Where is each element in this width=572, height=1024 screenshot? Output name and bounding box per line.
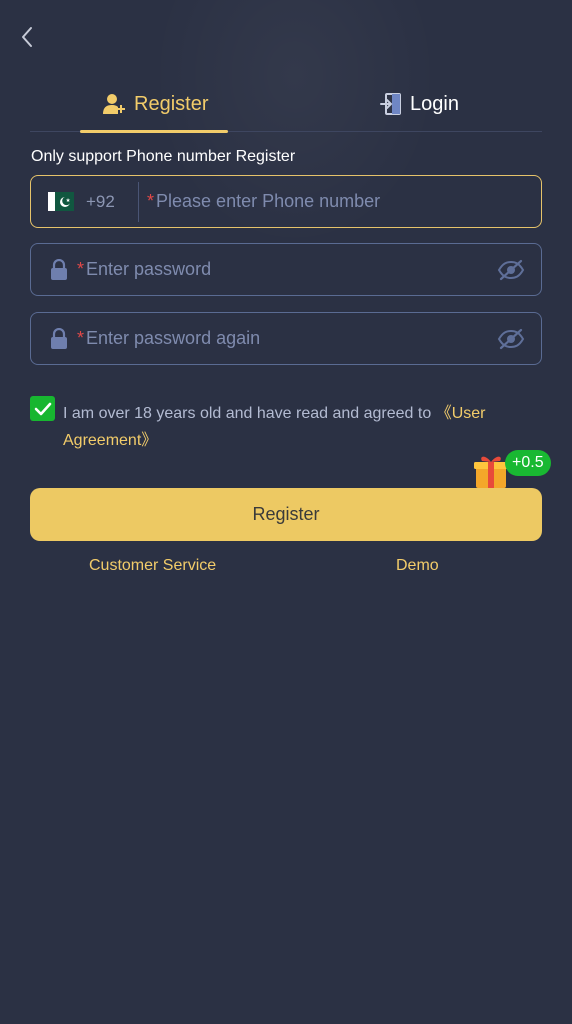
phone-input[interactable]: * Please enter Phone number bbox=[147, 191, 380, 212]
register-hint: Only support Phone number Register bbox=[31, 148, 296, 165]
password-input[interactable]: * Enter password bbox=[77, 259, 211, 280]
check-icon bbox=[34, 402, 51, 415]
country-code[interactable]: +92 bbox=[86, 192, 126, 212]
phone-placeholder: Please enter Phone number bbox=[156, 191, 381, 211]
phone-field[interactable]: +92 * Please enter Phone number bbox=[30, 175, 542, 228]
gift-icon bbox=[474, 456, 508, 488]
lock-icon bbox=[49, 258, 69, 282]
demo-link[interactable]: Demo bbox=[396, 557, 439, 575]
back-button[interactable] bbox=[12, 22, 42, 52]
required-mark: * bbox=[147, 191, 155, 211]
pakistan-flag-icon bbox=[48, 192, 74, 211]
back-chevron-icon bbox=[22, 27, 32, 47]
password-again-field[interactable]: * Enter password again bbox=[30, 312, 542, 365]
tab-register-label: Register bbox=[134, 92, 209, 115]
tab-register[interactable]: Register bbox=[102, 84, 208, 124]
eye-off-icon[interactable] bbox=[497, 256, 525, 284]
login-door-icon bbox=[380, 93, 401, 115]
reward-badge: +0.5 bbox=[505, 450, 551, 476]
tab-login-label: Login bbox=[410, 92, 459, 115]
register-screen: Register Login Only support Phone number… bbox=[0, 0, 572, 1024]
agreement-checkbox[interactable] bbox=[30, 396, 55, 421]
register-button[interactable]: Register bbox=[30, 488, 542, 541]
tab-login[interactable]: Login bbox=[380, 84, 459, 124]
password-again-placeholder: Enter password again bbox=[86, 328, 261, 348]
agreement-statement: I am over 18 years old and have read and… bbox=[63, 405, 436, 422]
active-tab-indicator bbox=[80, 130, 228, 133]
required-mark: * bbox=[77, 328, 85, 348]
customer-service-link[interactable]: Customer Service bbox=[89, 557, 216, 575]
auth-tabs: Register Login bbox=[30, 76, 542, 133]
field-divider bbox=[138, 181, 139, 222]
agreement-text: I am over 18 years old and have read and… bbox=[63, 400, 503, 454]
password-again-input[interactable]: * Enter password again bbox=[77, 328, 260, 349]
add-user-icon bbox=[103, 94, 125, 114]
eye-off-icon[interactable] bbox=[497, 325, 525, 353]
register-reward: +0.5 bbox=[473, 450, 553, 490]
password-placeholder: Enter password bbox=[86, 259, 212, 279]
lock-icon bbox=[49, 327, 69, 351]
required-mark: * bbox=[77, 259, 85, 279]
password-field[interactable]: * Enter password bbox=[30, 243, 542, 296]
